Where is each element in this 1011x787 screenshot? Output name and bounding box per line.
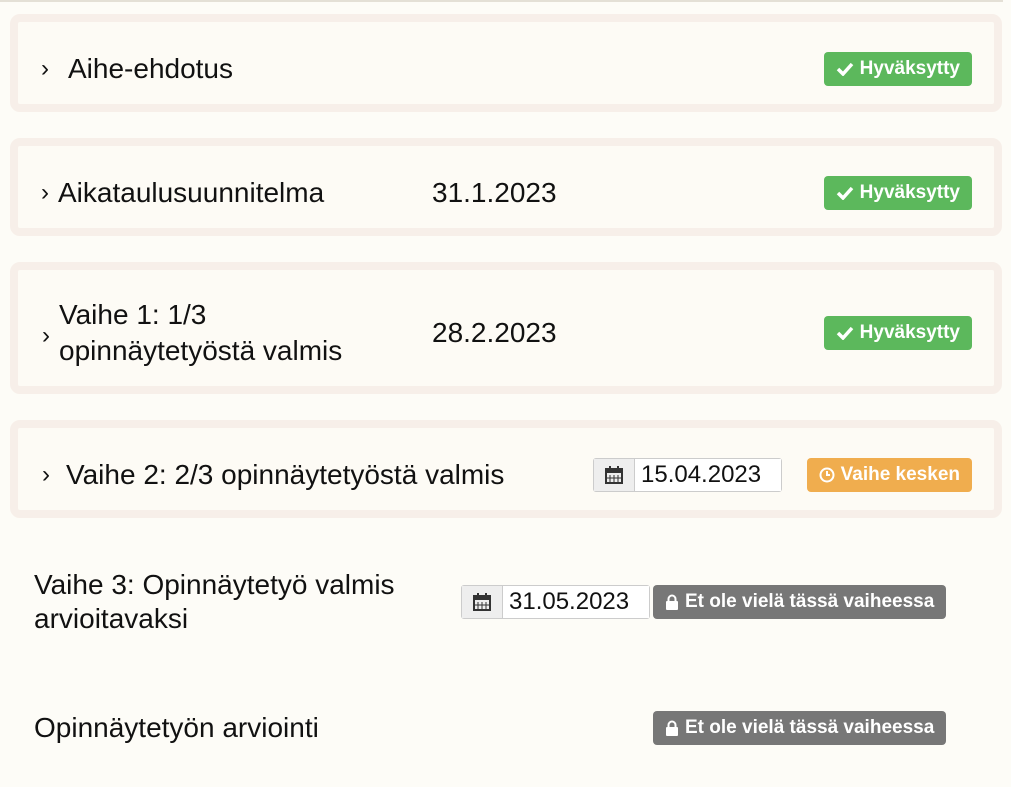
deadline-picker <box>593 458 782 492</box>
step-vaihe-2[interactable]: › Vaihe 2: 2/3 opinnäytetyöstä valmis Va… <box>10 420 1002 518</box>
step-arviointi: Opinnäytetyön arviointi Et ole vielä täs… <box>10 690 1002 770</box>
clock-icon <box>819 467 835 483</box>
lock-icon <box>666 720 678 736</box>
status-badge: Vaihe kesken <box>806 458 972 492</box>
step-deadline: 31.1.2023 <box>432 177 557 208</box>
step-title-line-2: opinnäytetyöstä valmis <box>59 335 343 366</box>
step-title: Aikataulusuunnitelma <box>58 177 325 208</box>
status-badge: Hyväksytty <box>823 316 972 350</box>
step-title: Aihe-ehdotus <box>68 53 234 84</box>
step-title: Vaihe 2: 2/3 opinnäytetyöstä valmis <box>66 459 505 490</box>
step-vaihe-1[interactable]: › Vaihe 1: 1/3 opinnäytetyöstä valmis 28… <box>10 262 1002 394</box>
check-icon <box>836 326 853 340</box>
step-aikataulusuunnitelma[interactable]: › Aikataulusuunnitelma 31.1.2023 Hyväksy… <box>10 138 1002 236</box>
check-icon <box>836 62 853 76</box>
calendar-button[interactable] <box>594 459 635 491</box>
step-title-line-1: Vaihe 1: 1/3 <box>59 299 207 330</box>
status-badge: Hyväksytty <box>823 176 972 210</box>
chevron-right-icon[interactable]: › <box>42 324 50 348</box>
check-icon <box>836 186 853 200</box>
top-divider <box>0 0 1003 2</box>
calendar-icon <box>473 593 491 611</box>
status-badge-label: Et ole vielä tässä vaiheessa <box>685 591 935 612</box>
deadline-date-input[interactable] <box>635 459 781 491</box>
chevron-right-icon[interactable]: › <box>41 181 49 205</box>
status-badge: Et ole vielä tässä vaiheessa <box>653 585 947 619</box>
status-badge: Et ole vielä tässä vaiheessa <box>653 711 947 745</box>
step-title-line-2: arvioitavaksi <box>34 603 189 634</box>
deadline-date-input[interactable] <box>503 586 649 618</box>
deadline-picker <box>461 585 650 619</box>
status-badge-label: Vaihe kesken <box>840 464 960 485</box>
chevron-right-icon[interactable]: › <box>42 463 50 487</box>
step-aihe-ehdotus[interactable]: › Aihe-ehdotus Hyväksytty <box>10 14 1002 112</box>
step-deadline: 28.2.2023 <box>432 317 557 348</box>
status-badge: Hyväksytty <box>823 52 972 86</box>
status-badge-label: Hyväksytty <box>859 58 960 79</box>
status-badge-label: Et ole vielä tässä vaiheessa <box>685 717 935 738</box>
chevron-right-icon[interactable]: › <box>41 57 49 81</box>
step-title-line-1: Vaihe 3: Opinnäytetyö valmis <box>34 569 395 600</box>
step-title: Opinnäytetyön arviointi <box>34 712 319 743</box>
calendar-icon <box>605 466 623 484</box>
step-vaihe-3: Vaihe 3: Opinnäytetyö valmis arvioitavak… <box>10 558 1002 648</box>
status-badge-label: Hyväksytty <box>859 182 960 203</box>
lock-icon <box>666 594 678 610</box>
calendar-button[interactable] <box>462 586 503 618</box>
status-badge-label: Hyväksytty <box>859 322 960 343</box>
